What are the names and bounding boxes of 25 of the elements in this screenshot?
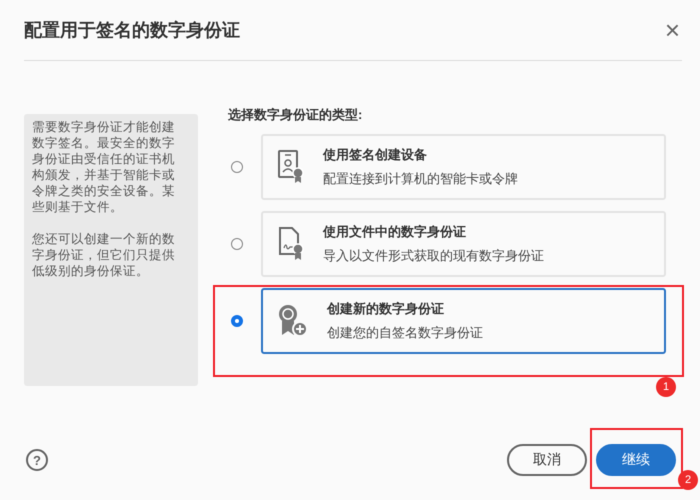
radio-button[interactable]	[231, 161, 243, 173]
continue-button[interactable]: 继续	[596, 444, 676, 476]
annotation-badge: 2	[678, 470, 698, 490]
option-card[interactable]: 创建新的数字身份证 创建您的自签名数字身份证	[261, 288, 666, 354]
annotation-badge: 1	[656, 377, 676, 397]
signed-file-icon	[277, 227, 305, 261]
certificate-device-icon	[277, 150, 305, 184]
help-button[interactable]: ?	[26, 449, 48, 471]
cancel-button[interactable]: 取消	[507, 444, 587, 476]
info-text: 需要数字身份证才能创建数字签名。最安全的数字身份证由受信任的证书机构颁发，并基于智能卡或令牌之类的安全设备。某些则基于文件。	[32, 119, 176, 215]
dialog-title: 配置用于签名的数字身份证	[24, 19, 240, 42]
option-title: 使用签名创建设备	[323, 146, 428, 164]
option-description: 创建您的自签名数字身份证	[327, 324, 483, 342]
option-title: 使用文件中的数字身份证	[323, 223, 467, 241]
option-description: 配置连接到计算机的智能卡或令牌	[323, 170, 518, 188]
options-label: 选择数字身份证的类型:	[228, 106, 364, 124]
option-card[interactable]: 使用签名创建设备 配置连接到计算机的智能卡或令牌	[261, 134, 666, 200]
radio-button[interactable]	[231, 238, 243, 250]
add-certificate-icon	[277, 304, 309, 338]
option-card[interactable]: 使用文件中的数字身份证 导入以文件形式获取的现有数字身份证	[261, 211, 666, 277]
option-title: 创建新的数字身份证	[327, 300, 445, 318]
info-text: 您还可以创建一个新的数字身份证，但它们只提供低级别的身份保证。	[32, 231, 176, 279]
option-description: 导入以文件形式获取的现有数字身份证	[323, 247, 544, 265]
radio-button[interactable]	[231, 315, 243, 327]
close-button[interactable]: ×	[662, 17, 682, 43]
